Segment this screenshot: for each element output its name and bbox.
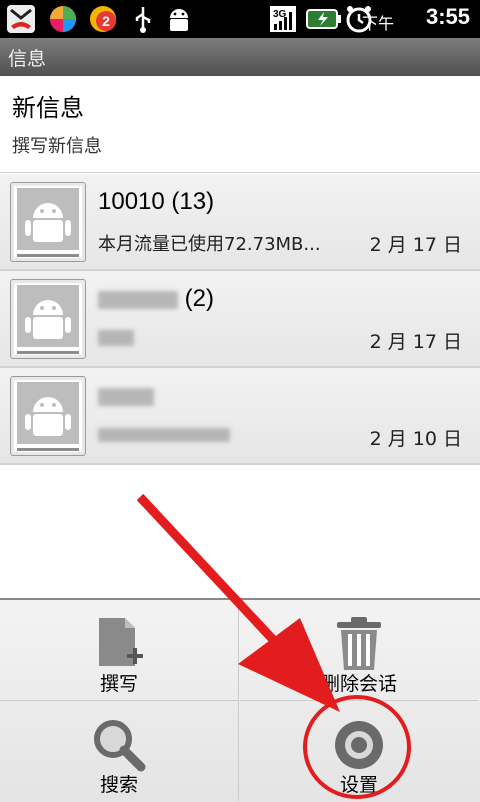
badge-count: 2 bbox=[102, 13, 110, 29]
color-app-icon bbox=[50, 6, 76, 32]
android-contact-icon bbox=[17, 382, 79, 444]
missed-call-icon bbox=[7, 5, 35, 33]
menu-label: 撰写 bbox=[99, 673, 138, 695]
options-menu: 撰写 删除会话 搜索 设置 bbox=[0, 598, 480, 802]
conversation-snippet bbox=[98, 327, 134, 348]
menu-search[interactable]: 搜索 bbox=[0, 701, 239, 801]
notification-badge-icon: 2 bbox=[90, 6, 116, 32]
conversation-date: 2 月 10 日 bbox=[369, 428, 462, 450]
redacted-name bbox=[98, 290, 178, 309]
title-bar: 信息 bbox=[0, 38, 480, 77]
conversation-date: 2 月 17 日 bbox=[369, 234, 462, 256]
conversation-row[interactable]: 2 月 10 日 bbox=[0, 368, 480, 465]
menu-delete-conversation[interactable]: 删除会话 bbox=[240, 600, 478, 701]
android-contact-icon bbox=[17, 285, 79, 347]
menu-label: 搜索 bbox=[99, 774, 138, 796]
page-title: 信息 bbox=[8, 48, 47, 70]
status-bar: 2 3G 下午 3:55 bbox=[0, 0, 480, 38]
menu-settings[interactable]: 设置 bbox=[240, 701, 478, 801]
conversation-snippet: 本月流量已使用72.73MB... bbox=[98, 234, 321, 255]
settings-icon bbox=[335, 721, 383, 769]
avatar[interactable] bbox=[10, 182, 86, 262]
conversation-row[interactable]: (2) 2 月 17 日 bbox=[0, 271, 480, 368]
status-time: 3:55 bbox=[425, 4, 470, 29]
new-message-item[interactable]: 新信息 撰写新信息 bbox=[0, 76, 480, 173]
avatar[interactable] bbox=[10, 279, 86, 359]
avatar-bar bbox=[17, 351, 79, 354]
usb-icon bbox=[135, 7, 151, 33]
conversation-name: 10010 (13) bbox=[98, 188, 215, 215]
conversation-count: (2) bbox=[184, 285, 215, 312]
redacted-snippet bbox=[98, 330, 134, 346]
trash-icon bbox=[337, 617, 381, 670]
android-debug-icon bbox=[170, 9, 188, 31]
conversation-row[interactable]: 10010 (13) 本月流量已使用72.73MB... 2 月 17 日 bbox=[0, 174, 480, 271]
redacted-name bbox=[98, 387, 154, 406]
menu-compose[interactable]: 撰写 bbox=[0, 600, 239, 701]
new-message-subtitle: 撰写新信息 bbox=[12, 136, 102, 157]
avatar[interactable] bbox=[10, 376, 86, 456]
menu-label: 删除会话 bbox=[320, 673, 397, 695]
redacted-snippet bbox=[98, 428, 230, 442]
android-contact-icon bbox=[17, 188, 79, 250]
avatar-bar bbox=[17, 448, 79, 451]
conversation-date: 2 月 17 日 bbox=[369, 331, 462, 353]
signal-icon: 3G bbox=[270, 6, 296, 32]
conversation-name bbox=[98, 382, 154, 410]
battery-charging-icon bbox=[306, 9, 341, 29]
new-message-title: 新信息 bbox=[12, 94, 84, 122]
avatar-bar bbox=[17, 254, 79, 257]
conversation-snippet bbox=[98, 424, 230, 445]
compose-icon bbox=[99, 618, 143, 666]
conversation-name: (2) bbox=[98, 285, 214, 313]
search-icon bbox=[94, 720, 146, 772]
status-ampm: 下午 bbox=[361, 14, 394, 33]
menu-label: 设置 bbox=[339, 774, 378, 796]
